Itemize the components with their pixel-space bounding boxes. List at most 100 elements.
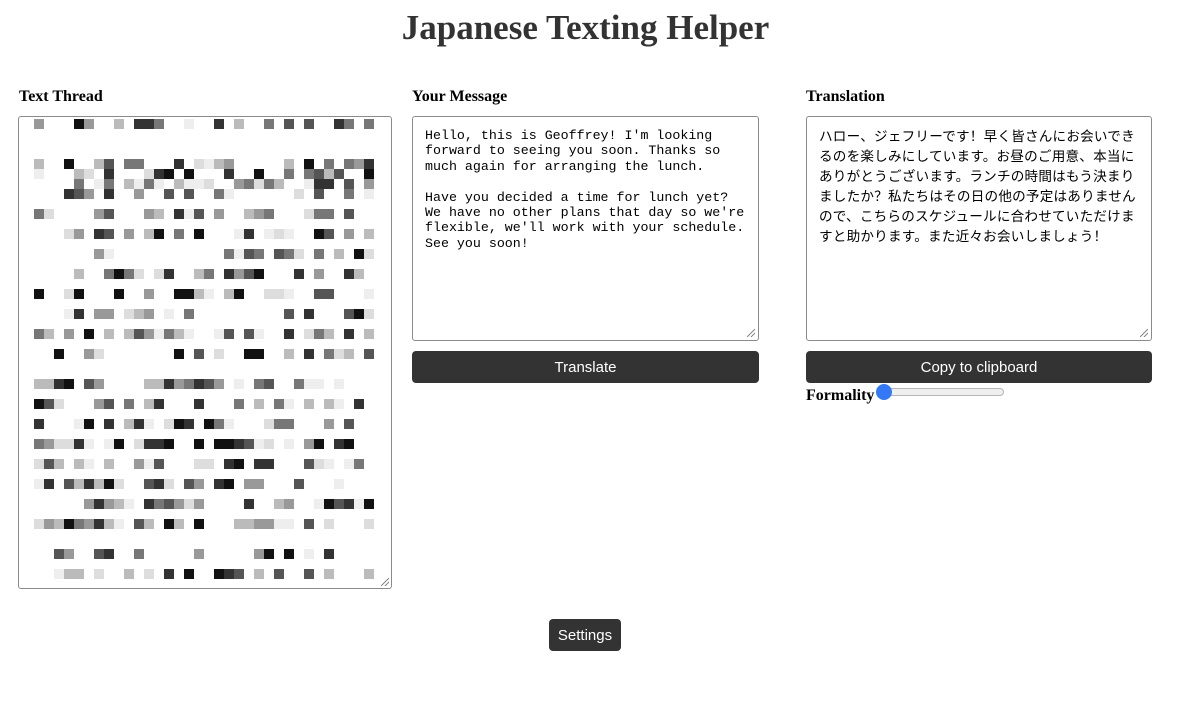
redaction-pixel [364, 499, 374, 509]
redaction-pixel [144, 439, 154, 449]
redaction-pixel [184, 379, 194, 389]
redaction-pixel [314, 289, 324, 299]
redaction-pixel [334, 379, 344, 389]
redaction-pixel [244, 439, 254, 449]
resize-handle-icon[interactable] [381, 578, 389, 586]
redaction-pixel [194, 549, 204, 559]
redaction-pixel [364, 189, 374, 199]
redaction-pixel [164, 499, 174, 509]
formality-slider-thumb[interactable] [876, 384, 892, 400]
redaction-pixel [284, 289, 294, 299]
redacted-thread-content [19, 117, 391, 588]
redaction-pixel [194, 349, 204, 359]
settings-button[interactable]: Settings [549, 619, 621, 651]
text-thread-area[interactable] [18, 116, 392, 589]
redaction-pixel [234, 379, 244, 389]
redaction-pixel [264, 209, 274, 219]
redaction-pixel [104, 459, 114, 469]
redaction-pixel [344, 209, 354, 219]
redaction-pixel [144, 399, 154, 409]
redaction-pixel [144, 209, 154, 219]
redaction-pixel [284, 499, 294, 509]
redaction-pixel [234, 519, 244, 529]
redaction-pixel [224, 479, 234, 489]
redaction-pixel [214, 379, 224, 389]
redaction-pixel [84, 439, 94, 449]
redaction-pixel [254, 569, 264, 579]
redaction-pixel [64, 229, 74, 239]
redaction-pixel [344, 419, 354, 429]
redaction-pixel [194, 379, 204, 389]
redaction-pixel [304, 159, 314, 169]
redaction-pixel [344, 269, 354, 279]
redaction-pixel [54, 379, 64, 389]
redaction-pixel [94, 399, 104, 409]
redaction-pixel [104, 329, 114, 339]
redaction-pixel [364, 119, 374, 129]
redaction-pixel [174, 349, 184, 359]
redaction-pixel [134, 549, 144, 559]
redaction-pixel [294, 269, 304, 279]
redaction-pixel [144, 569, 154, 579]
redaction-pixel [284, 169, 294, 179]
redaction-pixel [324, 209, 334, 219]
redaction-pixel [84, 189, 94, 199]
redaction-pixel [74, 189, 84, 199]
redaction-pixel [64, 569, 74, 579]
redaction-pixel [314, 379, 324, 389]
redaction-pixel [154, 479, 164, 489]
redaction-pixel [34, 159, 44, 169]
translation-textarea[interactable]: ハロー、ジェフリーです！早く皆さんにお会いできるのを楽しみにしています。お昼のご… [806, 116, 1152, 341]
resize-handle-icon[interactable] [1140, 329, 1148, 337]
resize-handle-icon[interactable] [747, 329, 755, 337]
redaction-pixel [54, 569, 64, 579]
redaction-pixel [234, 229, 244, 239]
redaction-pixel [254, 329, 264, 339]
redaction-pixel [34, 289, 44, 299]
formality-slider[interactable] [880, 388, 1004, 396]
redaction-pixel [304, 439, 314, 449]
redaction-pixel [124, 309, 134, 319]
redaction-pixel [274, 519, 284, 529]
redaction-pixel [254, 209, 264, 219]
redaction-pixel [134, 439, 144, 449]
redaction-pixel [214, 569, 224, 579]
redaction-pixel [334, 399, 344, 409]
redaction-pixel [214, 419, 224, 429]
redaction-pixel [144, 419, 154, 429]
message-textarea[interactable]: Hello, this is Geoffrey! I'm looking for… [412, 116, 759, 341]
redaction-pixel [344, 229, 354, 239]
redaction-pixel [184, 209, 194, 219]
translate-button[interactable]: Translate [412, 351, 759, 383]
redaction-pixel [254, 249, 264, 259]
redaction-pixel [264, 229, 274, 239]
redaction-pixel [94, 179, 104, 189]
redaction-pixel [34, 119, 44, 129]
redaction-pixel [164, 189, 174, 199]
redaction-pixel [74, 569, 84, 579]
redaction-pixel [134, 189, 144, 199]
redaction-pixel [304, 519, 314, 529]
redaction-pixel [184, 569, 194, 579]
redaction-pixel [354, 159, 364, 169]
redaction-pixel [184, 419, 194, 429]
redaction-pixel [74, 479, 84, 489]
redaction-pixel [124, 399, 134, 409]
redaction-pixel [64, 159, 74, 169]
redaction-pixel [194, 269, 204, 279]
redaction-pixel [274, 399, 284, 409]
redaction-pixel [154, 179, 164, 189]
redaction-pixel [314, 209, 324, 219]
redaction-pixel [234, 399, 244, 409]
redaction-pixel [134, 179, 144, 189]
redaction-pixel [284, 229, 294, 239]
redaction-pixel [304, 549, 314, 559]
redaction-pixel [74, 179, 84, 189]
redaction-pixel [174, 179, 184, 189]
redaction-pixel [274, 229, 284, 239]
copy-to-clipboard-button[interactable]: Copy to clipboard [806, 351, 1152, 383]
redaction-pixel [74, 229, 84, 239]
redaction-pixel [194, 159, 204, 169]
redaction-pixel [144, 519, 154, 529]
redaction-pixel [344, 499, 354, 509]
